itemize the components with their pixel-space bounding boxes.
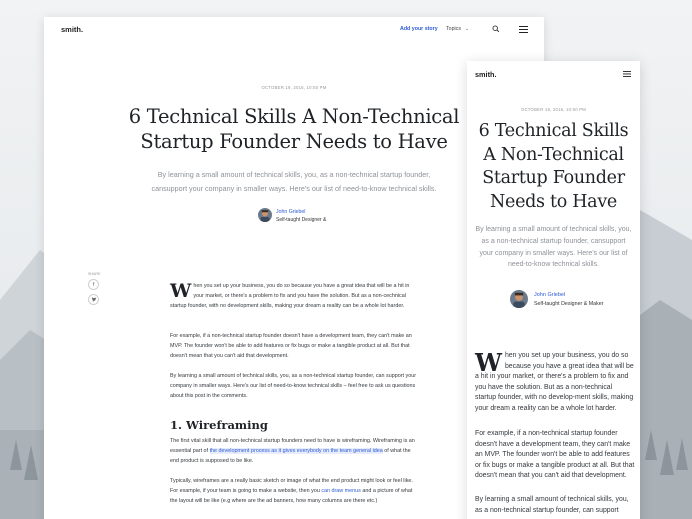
author-role: Self-taught Designer & Maker	[534, 301, 604, 307]
article-subtitle: By learning a small amount of technical …	[151, 170, 437, 193]
drop-cap: W	[475, 348, 502, 377]
inline-link[interactable]: can draw menus	[321, 488, 361, 494]
section-heading: 1. Wireframing	[170, 418, 268, 432]
publish-date: OCTOBER 19, 2016, 10:50 PM	[520, 107, 587, 112]
article-subtitle: By learning a small amount of technical …	[475, 226, 632, 269]
topics-menu[interactable]: Topics	[446, 26, 461, 32]
inline-link[interactable]: the development process as it gives ever…	[209, 447, 383, 454]
chevron-down-icon[interactable]: ⌄	[465, 26, 469, 32]
article-paragraph: By learning a small amount of technical …	[475, 496, 629, 514]
article-title: 6 Technical Skills A Non-Technical Start…	[478, 121, 629, 212]
hamburger-menu-icon[interactable]	[519, 26, 528, 33]
article-paragraph: When you set up your business, you do so…	[475, 351, 635, 415]
drop-cap: W	[170, 280, 192, 302]
twitter-icon	[91, 297, 96, 302]
article-paragraph: For example, if a non-technical startup …	[475, 430, 635, 480]
author-avatar[interactable]	[510, 290, 528, 308]
author-role: Self-taught Designer &	[276, 217, 327, 223]
article-paragraph: The first vital skill that all non-techn…	[170, 437, 420, 467]
twitter-share-button[interactable]	[88, 294, 99, 305]
search-icon[interactable]	[492, 25, 500, 33]
author-name-link[interactable]: John Griebel	[276, 209, 305, 215]
facebook-icon: f	[92, 282, 95, 288]
share-label: SHARE	[88, 272, 101, 276]
brand-logo[interactable]: smith.	[61, 25, 83, 34]
article-paragraph: For example, if a non-technical startup …	[170, 333, 412, 359]
paragraph-text: hen you set up your business, you do so …	[170, 283, 410, 309]
article-paragraph: Typically, wireframes are a really basic…	[170, 477, 420, 507]
article-paragraph: By learning a small amount of technical …	[170, 373, 417, 399]
mobile-article-page: smith. OCTOBER 19, 2016, 10:50 PM 6 Tech…	[467, 61, 640, 519]
facebook-share-button[interactable]: f	[88, 279, 99, 290]
hamburger-menu-icon[interactable]	[623, 71, 631, 77]
author-avatar[interactable]	[258, 208, 272, 222]
add-story-link[interactable]: Add your story	[400, 26, 438, 32]
header-bar: smith. Add your story Topics ⌄	[44, 17, 544, 43]
article-paragraph: When you set up your business, you do so…	[170, 282, 420, 312]
brand-logo[interactable]: smith.	[475, 70, 497, 79]
article-title: 6 Technical Skills A Non-Technical Start…	[128, 105, 460, 153]
author-name-link[interactable]: John Griebel	[534, 292, 565, 298]
